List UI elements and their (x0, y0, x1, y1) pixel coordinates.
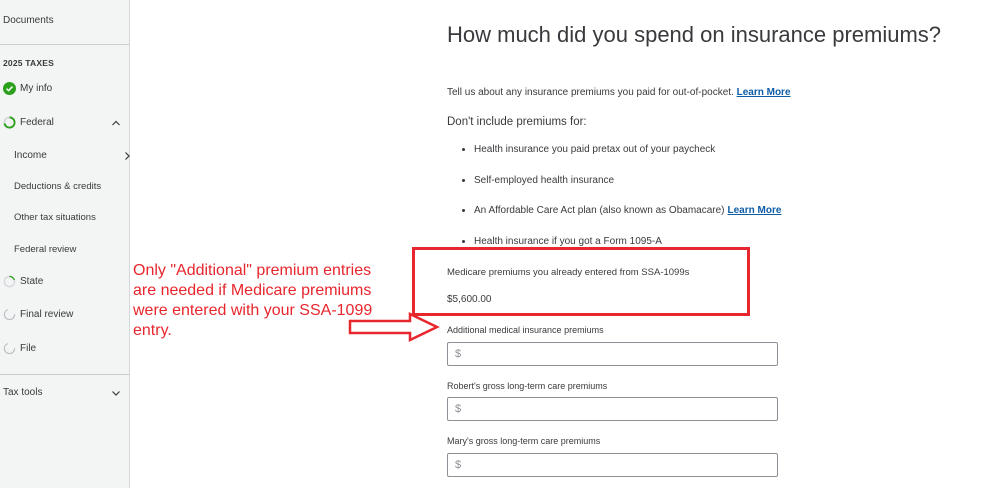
sidebar-item-label: State (20, 276, 44, 287)
sidebar-divider (0, 44, 129, 45)
list-item-text: An Affordable Care Act plan (also known … (474, 205, 725, 216)
sidebar-item-income[interactable]: Income (14, 150, 143, 161)
sidebar-item-label: Federal review (14, 244, 77, 255)
dont-include-heading: Don't include premiums for: (447, 116, 587, 128)
sidebar-item-federal[interactable]: Federal (3, 116, 132, 129)
progress-ring-icon (3, 116, 16, 129)
arrow-right-icon (348, 312, 440, 342)
annotation-note: Only "Additional" premium entries are ne… (133, 262, 373, 339)
sidebar-heading-label: 2025 TAXES (3, 58, 54, 68)
chevron-right-icon (125, 151, 130, 160)
learn-more-link[interactable]: Learn More (737, 87, 791, 98)
additional-premiums-input[interactable]: $ (447, 342, 778, 366)
sidebar-item-label: Final review (20, 309, 74, 320)
learn-more-link[interactable]: Learn More (728, 205, 782, 216)
sidebar-heading-taxes: 2025 TAXES (3, 58, 132, 68)
progress-ring-icon (3, 275, 16, 288)
sidebar-item-label: Income (14, 150, 47, 161)
intro-label: Tell us about any insurance premiums you… (447, 87, 734, 98)
sidebar-item-other-tax[interactable]: Other tax situations (14, 212, 143, 223)
chevron-down-icon (112, 390, 120, 396)
sidebar-item-documents[interactable]: Documents (3, 15, 132, 26)
sidebar-item-label: Documents (3, 15, 54, 26)
additional-premiums-label: Additional medical insurance premiums (447, 325, 604, 335)
mary-ltc-premiums-input[interactable]: $ (447, 453, 778, 477)
currency-prefix: $ (455, 348, 462, 360)
sidebar-item-state[interactable]: State (3, 275, 132, 288)
currency-prefix: $ (455, 459, 462, 471)
list-item: An Affordable Care Act plan (also known … (462, 205, 781, 216)
list-item-text: Health insurance you paid pretax out of … (474, 144, 716, 155)
list-item-text: Health insurance if you got a Form 1095-… (474, 236, 662, 247)
progress-ring-icon (3, 308, 16, 321)
sidebar: Documents 2025 TAXES My info Federal Inc… (0, 0, 130, 488)
sidebar-item-label: File (20, 343, 37, 354)
sidebar-item-my-info[interactable]: My info (3, 82, 132, 95)
check-circle-icon (3, 82, 16, 95)
page-title: How much did you spend on insurance prem… (447, 22, 942, 47)
sidebar-item-file[interactable]: File (3, 342, 132, 355)
list-item: Health insurance if you got a Form 1095-… (462, 236, 662, 247)
mary-ltc-premiums-label: Mary's gross long-term care premiums (447, 436, 601, 446)
bullet-dot (462, 240, 465, 243)
highlight-box (412, 247, 750, 316)
bullet-dot (462, 179, 465, 182)
robert-ltc-premiums-input[interactable]: $ (447, 397, 778, 421)
sidebar-divider (0, 374, 129, 375)
chevron-up-icon[interactable] (110, 117, 122, 129)
bullet-dot (462, 148, 465, 151)
list-item-text: Self-employed health insurance (474, 175, 615, 186)
sidebar-item-deductions[interactable]: Deductions & credits (14, 181, 143, 192)
robert-ltc-premiums-label: Robert's gross long-term care premiums (447, 381, 608, 391)
sidebar-item-tax-tools[interactable]: Tax tools (3, 387, 132, 398)
sidebar-item-final-review[interactable]: Final review (3, 308, 132, 321)
sidebar-item-label: Other tax situations (14, 212, 96, 223)
list-item: Health insurance you paid pretax out of … (462, 144, 715, 155)
sidebar-item-federal-review[interactable]: Federal review (14, 244, 143, 255)
bullet-dot (462, 209, 465, 212)
progress-ring-icon (3, 342, 16, 355)
sidebar-item-label: Federal (20, 117, 54, 128)
sidebar-item-label: My info (20, 83, 53, 94)
list-item: Self-employed health insurance (462, 175, 614, 186)
intro-text: Tell us about any insurance premiums you… (447, 87, 791, 98)
sidebar-item-label: Tax tools (3, 387, 43, 398)
sidebar-item-label: Deductions & credits (14, 181, 102, 192)
currency-prefix: $ (455, 403, 462, 415)
